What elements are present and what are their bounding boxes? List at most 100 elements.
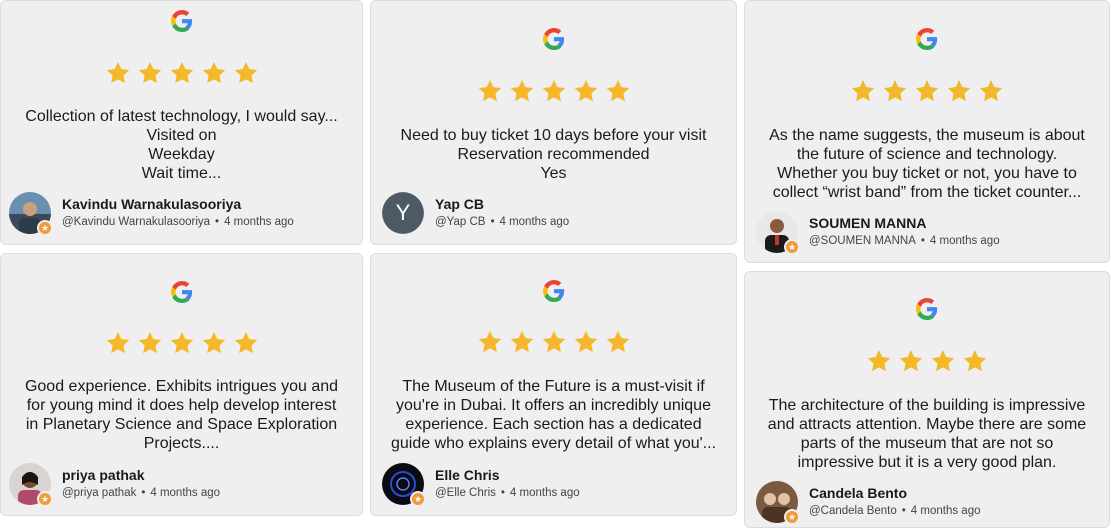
author-name[interactable]: priya pathak — [62, 467, 144, 483]
review-author: ★ Elle Chris @Elle Chris • 4 months ago — [382, 463, 728, 507]
review-text: Need to buy ticket 10 days before your v… — [371, 126, 736, 183]
review-card[interactable]: Collection of latest technology, I would… — [0, 0, 363, 245]
review-text-line: for young mind it does help develop inte… — [26, 397, 337, 414]
star-icon — [574, 79, 597, 102]
star-rating — [745, 348, 1109, 374]
review-text-line: Weekday — [148, 146, 215, 163]
author-handle: @Kavindu Warnakulasooriya — [62, 216, 211, 228]
review-card[interactable]: Need to buy ticket 10 days before your v… — [370, 0, 737, 245]
review-text-line: collect “wrist band” from the ticket cou… — [772, 184, 1082, 201]
star-rating — [1, 330, 362, 356]
google-icon — [542, 28, 564, 50]
author-meta: @Yap CB • 4 months ago — [435, 216, 569, 228]
review-text-line: and attracts attention. Maybe there are … — [767, 416, 1087, 433]
author-name[interactable]: Yap CB — [435, 196, 484, 212]
author-handle: @Candela Bento — [809, 505, 897, 517]
author-handle: @priya pathak — [62, 487, 137, 499]
review-author: ★ priya pathak @priya pathak • 4 months ag… — [9, 463, 354, 507]
review-text-line: Wait time... — [141, 165, 222, 182]
star-icon — [170, 331, 193, 354]
separator-dot: • — [215, 216, 220, 228]
review-text: As the name suggests, the museum is abou… — [745, 126, 1109, 202]
author-handle: @Yap CB — [435, 216, 486, 228]
google-icon — [916, 298, 938, 320]
google-icon — [170, 10, 192, 32]
review-card[interactable]: As the name suggests, the museum is abou… — [744, 0, 1110, 263]
review-text: Collection of latest technology, I would… — [1, 107, 362, 183]
author-name[interactable]: SOUMEN MANNA — [809, 215, 926, 231]
review-time: 4 months ago — [929, 235, 1000, 247]
star-icon — [234, 331, 257, 354]
star-icon — [106, 331, 129, 354]
review-text: The architecture of the building is impr… — [745, 396, 1109, 472]
star-rating — [1, 60, 362, 86]
author-name[interactable]: Kavindu Warnakulasooriya — [62, 196, 241, 212]
review-card[interactable]: The architecture of the building is impr… — [744, 271, 1110, 528]
star-icon — [851, 79, 875, 102]
star-icon — [931, 349, 955, 372]
author-name[interactable]: Candela Bento — [809, 485, 907, 501]
review-text-line: you're in Dubai. It offers an incredibly… — [396, 397, 711, 414]
separator-dot: • — [141, 487, 146, 499]
review-text-line: parts of the museum that are not so — [800, 435, 1054, 452]
review-time: 4 months ago — [150, 487, 221, 499]
review-time: 4 months ago — [910, 505, 981, 517]
review-card[interactable]: The Museum of the Future is a must-visit… — [370, 253, 737, 516]
local-guide-badge-icon: ★ — [784, 509, 800, 525]
review-text-line: As the name suggests, the museum is abou… — [769, 127, 1085, 144]
separator-dot: • — [500, 487, 505, 499]
review-text-line: Need to buy ticket 10 days before your v… — [400, 127, 707, 144]
review-time: 4 months ago — [499, 216, 570, 228]
star-icon — [138, 331, 161, 354]
review-text-line: Yes — [540, 165, 567, 182]
author-meta: @priya pathak • 4 months ago — [62, 487, 220, 499]
review-text-line: The architecture of the building is impr… — [768, 397, 1086, 414]
star-icon — [574, 330, 597, 353]
avatar[interactable]: Y — [382, 192, 424, 234]
review-text-line: Collection of latest technology, I would… — [25, 108, 338, 125]
star-icon — [606, 79, 629, 102]
review-text-line: Reservation recommended — [457, 146, 650, 163]
separator-dot: • — [920, 235, 925, 247]
review-card[interactable]: Good experience. Exhibits intrigues you … — [0, 253, 363, 516]
google-icon — [916, 28, 938, 50]
review-text-line: impressive but it is a very good plan. — [797, 454, 1057, 471]
star-icon — [542, 79, 565, 102]
star-icon — [963, 349, 987, 372]
star-icon — [478, 79, 501, 102]
review-author: ★ SOUMEN MANNA @SOUMEN MANNA • 4 months ag… — [756, 211, 1101, 255]
star-rating — [371, 329, 736, 355]
star-icon — [947, 79, 971, 102]
star-icon — [510, 330, 533, 353]
author-handle: @Elle Chris — [435, 487, 496, 499]
star-icon — [510, 79, 533, 102]
review-time: 4 months ago — [509, 487, 580, 499]
review-text-line: The Museum of the Future is a must-visit… — [402, 378, 705, 395]
review-text-line: Projects.... — [143, 435, 220, 452]
author-meta: @SOUMEN MANNA • 4 months ago — [809, 235, 1000, 247]
separator-dot: • — [901, 505, 906, 517]
review-text-line: Visited on — [146, 127, 217, 144]
star-icon — [542, 330, 565, 353]
google-icon — [542, 280, 564, 302]
review-text-line: experience. Each section has a dedicated — [405, 416, 702, 433]
review-text-line: in Planetary Science and Space Explorati… — [25, 416, 338, 433]
star-icon — [478, 330, 501, 353]
local-guide-badge-icon: ★ — [37, 220, 53, 236]
star-icon — [915, 79, 939, 102]
author-name[interactable]: Elle Chris — [435, 467, 500, 483]
local-guide-badge-icon: ★ — [37, 491, 53, 507]
review-text-line: guide who explains every detail of what … — [390, 435, 717, 452]
author-handle: @SOUMEN MANNA — [809, 235, 916, 247]
review-author: Y Yap CB @Yap CB • 4 months ago — [382, 192, 728, 236]
star-icon — [867, 349, 891, 372]
star-icon — [979, 79, 1003, 102]
star-icon — [202, 61, 225, 84]
author-meta: @Kavindu Warnakulasooriya • 4 months ago — [62, 216, 294, 228]
author-meta: @Candela Bento • 4 months ago — [809, 505, 980, 517]
star-rating — [371, 78, 736, 104]
separator-dot: • — [490, 216, 495, 228]
review-author: ★ Candela Bento @Candela Bento • 4 months … — [756, 481, 1101, 525]
review-text-line: Whether you buy ticket or not, you have … — [777, 165, 1077, 182]
star-icon — [899, 349, 923, 372]
